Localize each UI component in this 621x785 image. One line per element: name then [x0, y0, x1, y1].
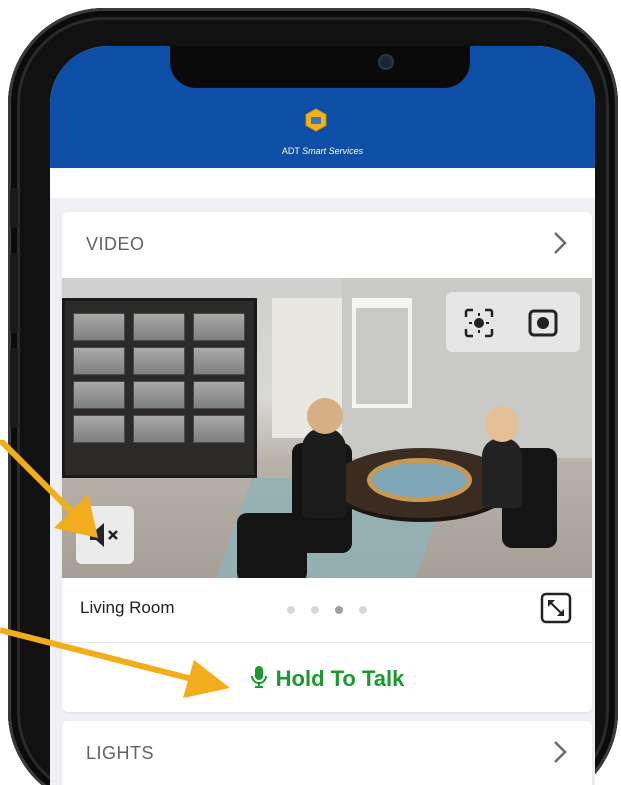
room-name: Living Room — [80, 598, 175, 617]
camera-feed[interactable] — [62, 278, 592, 578]
app-title: ADT Smart Services — [281, 146, 364, 156]
expand-icon[interactable] — [540, 592, 572, 624]
page-dot[interactable] — [359, 606, 367, 614]
annotation-arrow — [0, 440, 98, 538]
focus-icon[interactable] — [462, 306, 496, 340]
adt-logo-icon — [305, 108, 327, 132]
microphone-icon — [250, 666, 267, 688]
feed-child — [302, 428, 346, 518]
page-dot[interactable] — [287, 606, 295, 614]
hold-to-talk-label: Hold To Talk — [275, 666, 405, 691]
page-dot-active[interactable] — [335, 606, 343, 614]
sub-header-bar — [50, 168, 595, 198]
page-indicator[interactable] — [287, 606, 377, 616]
feed-child-head — [307, 398, 343, 434]
record-icon[interactable] — [526, 306, 560, 340]
chevron-right-icon[interactable] — [550, 739, 570, 765]
side-button — [10, 188, 18, 228]
feed-child-head — [485, 406, 519, 442]
feed-railing — [352, 298, 412, 408]
lights-section-title: LIGHTS — [86, 743, 155, 763]
feed-child — [482, 438, 522, 508]
side-button — [10, 348, 18, 428]
page-dot[interactable] — [311, 606, 319, 614]
camera-controls — [446, 292, 580, 352]
feed-chair — [237, 513, 307, 578]
front-camera — [378, 54, 394, 70]
side-button — [10, 253, 18, 333]
feed-toy-tray — [367, 458, 472, 502]
video-section-title: VIDEO — [86, 234, 145, 254]
annotation-arrow — [0, 627, 230, 698]
lights-card: LIGHTS — [62, 721, 592, 785]
notch — [170, 46, 470, 88]
chevron-right-icon[interactable] — [550, 230, 570, 256]
